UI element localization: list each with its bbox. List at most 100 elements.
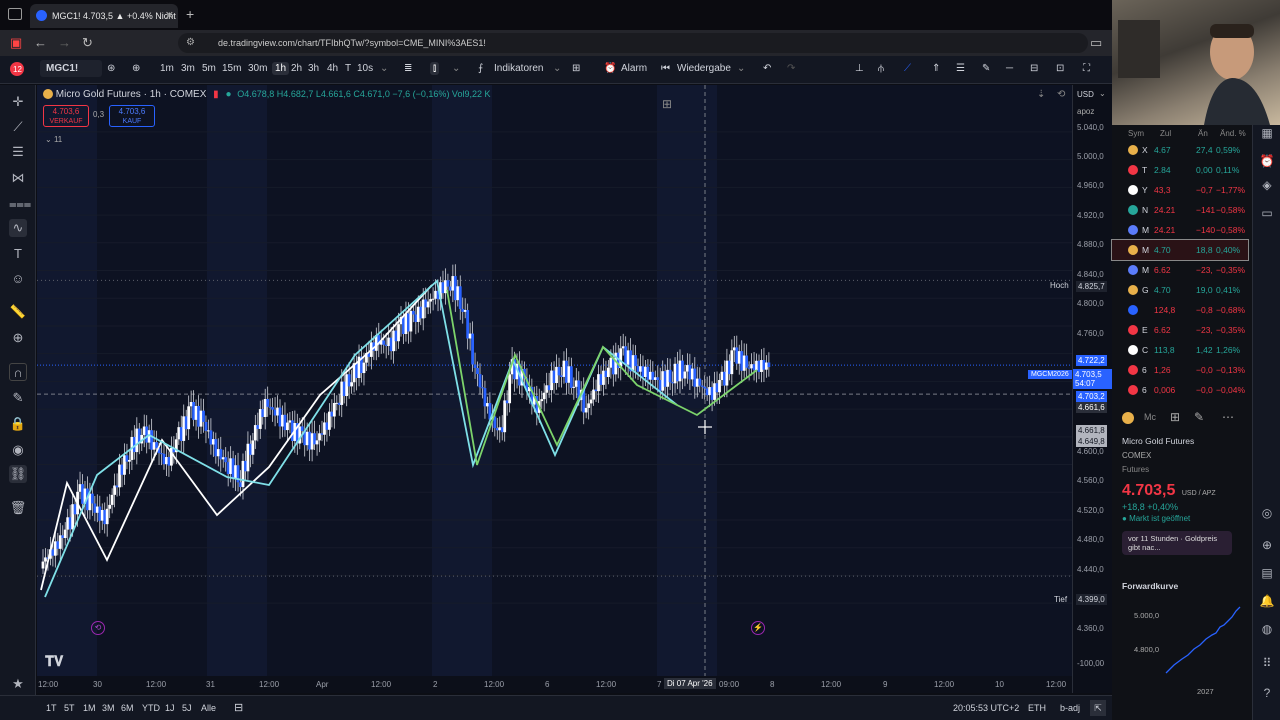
interval-4h[interactable]: 4h xyxy=(327,63,338,74)
range-1t[interactable]: 1T xyxy=(46,703,57,713)
reset-chart-icon[interactable]: ⟲ xyxy=(1057,89,1065,100)
help-icon[interactable]: ? xyxy=(1259,685,1275,701)
layout-grid-icon[interactable]: ⊞ xyxy=(1170,410,1180,424)
currency-dropdown-icon[interactable]: ⌄ xyxy=(1099,89,1106,98)
interval-2h[interactable]: 2h xyxy=(291,63,302,74)
chart-type-dropdown-icon[interactable]: ⌄ xyxy=(452,63,460,74)
forward-icon[interactable]: → xyxy=(58,35,71,50)
watchlist-row[interactable]: N 24.21 −141 −0,58% xyxy=(1112,200,1248,220)
text-tool-icon[interactable]: T xyxy=(9,245,27,263)
lock-icon[interactable]: 🔒 xyxy=(9,415,27,433)
clock-label[interactable]: 20:05:53 UTC+2 xyxy=(953,703,1019,713)
indicator-toggle[interactable]: ⌄ 11 xyxy=(45,135,62,144)
range-all[interactable]: Alle xyxy=(201,703,216,713)
ruler-icon[interactable]: 📏 xyxy=(9,303,27,321)
candles-style-icon[interactable]: ⫾ xyxy=(430,62,440,75)
horizontal-lines-icon[interactable]: ☰ xyxy=(9,143,27,161)
emoji-icon[interactable]: ☺ xyxy=(9,270,27,288)
pitchfork-icon[interactable]: ⫛ xyxy=(878,63,884,74)
trendline-icon[interactable]: ⟋ xyxy=(9,118,27,136)
redo-icon[interactable]: ↷ xyxy=(787,63,795,74)
interval-dropdown-icon[interactable]: ⌄ xyxy=(380,63,388,74)
compare-symbol-icon[interactable]: ⊕ xyxy=(132,63,140,74)
bar-style-icon[interactable]: ≣ xyxy=(404,63,412,74)
menu-lines-icon[interactable]: ☰ xyxy=(956,63,965,74)
lock-drawings-icon[interactable]: ✎ xyxy=(9,389,27,407)
lightning-marker-icon[interactable]: ⚡ xyxy=(751,621,765,635)
session-toggle[interactable]: ETH xyxy=(1028,703,1046,713)
streams-icon[interactable]: ◍ xyxy=(1259,621,1275,637)
close-tab-icon[interactable]: ✕ xyxy=(165,4,174,28)
more-options-icon[interactable]: ⋯ xyxy=(1222,410,1234,424)
pattern-tool-icon[interactable]: ⋈ xyxy=(9,169,27,187)
tradingview-logo-icon[interactable]: 𝐓𝐕 xyxy=(45,653,63,670)
tab-menu-icon[interactable] xyxy=(8,8,22,20)
watchlist-row[interactable]: M 6.62 −23, −0,35% xyxy=(1112,260,1248,280)
notifications-icon[interactable]: 🔔 xyxy=(1259,593,1275,609)
url-field[interactable]: ⚙ de.tradingview.com/chart/TFIbhQTw/?sym… xyxy=(178,33,1088,53)
site-info-icon[interactable]: ⚙ xyxy=(186,33,195,53)
template-icon[interactable]: ⊡ xyxy=(1056,63,1064,74)
star-icon[interactable]: ★ xyxy=(9,675,27,693)
chart-title[interactable]: Micro Gold Futures · 1h · COMEX xyxy=(56,89,207,100)
fib-lines-icon[interactable]: ⩶ xyxy=(9,195,31,213)
session-label[interactable]: apoz xyxy=(1077,107,1094,116)
fullscreen-icon[interactable]: ⛶ xyxy=(1083,63,1090,74)
watchlist-icon[interactable]: ▦ xyxy=(1259,125,1275,141)
watchlist-row[interactable]: Y 43,3 −0,7 −1,77% xyxy=(1112,180,1248,200)
replay-dropdown-icon[interactable]: ⌄ xyxy=(737,63,745,74)
calendar-icon[interactable]: ▤ xyxy=(1259,565,1275,581)
chart-area[interactable]: Micro Gold Futures · 1h · COMEX ▮ ● O4.6… xyxy=(37,85,1072,693)
edit-note-icon[interactable]: ✎ xyxy=(1194,410,1204,424)
price-chart[interactable] xyxy=(37,85,1072,676)
interval-1m[interactable]: 1m xyxy=(160,63,174,74)
watchlist-row[interactable]: G 4.70 19,0 0,41% xyxy=(1112,280,1248,300)
flag-icon[interactable]: ▮ xyxy=(213,89,219,100)
event-marker-icon[interactable]: ⟲ xyxy=(91,621,105,635)
target-icon[interactable]: ◎ xyxy=(1259,505,1275,521)
fib-tool-icon[interactable]: ⊥ xyxy=(855,63,864,74)
interval-5m[interactable]: 5m xyxy=(202,63,216,74)
details-name[interactable]: Micro Gold Futures xyxy=(1122,436,1250,446)
trend-tool-icon[interactable]: ⟋ xyxy=(904,63,911,74)
watch-header-sym[interactable]: Sym xyxy=(1128,128,1144,140)
range-ytd[interactable]: YTD xyxy=(142,703,160,713)
trash-icon[interactable]: 🗑 xyxy=(9,499,27,517)
browser-window-icon[interactable]: ▭ xyxy=(1090,35,1102,51)
zoom-icon[interactable]: ⊕ xyxy=(9,329,27,347)
alerts-icon[interactable]: ⏰ xyxy=(1259,153,1275,169)
data-window-icon[interactable]: ◈ xyxy=(1259,177,1275,193)
line-tool-icon[interactable]: ─ xyxy=(1006,63,1013,74)
new-tab-icon[interactable]: + xyxy=(186,6,194,22)
crosshair-icon[interactable]: ✛ xyxy=(9,93,27,111)
interval-3h[interactable]: 3h xyxy=(308,63,319,74)
replay-icon[interactable]: ⏮ xyxy=(661,63,670,74)
goto-date-icon[interactable]: ⊟ xyxy=(234,701,243,714)
watch-symbol-icon[interactable]: ⊛ xyxy=(107,63,115,74)
watchlist-row[interactable]: C 113,8 1,42 1,26% xyxy=(1112,340,1248,360)
symbol-search-button[interactable]: MGC1! xyxy=(40,60,102,77)
ideas-icon[interactable]: ⊕ xyxy=(1259,537,1275,553)
scroll-down-icon[interactable]: ⇣ xyxy=(1037,89,1045,100)
indicators-button[interactable]: Indikatoren xyxy=(494,63,543,74)
indicators-dropdown-icon[interactable]: ⌄ xyxy=(553,63,561,74)
interval-15m[interactable]: 15m xyxy=(222,63,241,74)
forward-curve-chart[interactable]: 5.000,0 4.800,0 2027 xyxy=(1122,597,1250,696)
news-card[interactable]: vor 11 Stunden · Goldpreis gibt nac... xyxy=(1122,531,1232,555)
scale-settings-icon[interactable]: ⇱ xyxy=(1090,700,1106,716)
brush-tool-icon[interactable]: ∿ xyxy=(9,219,27,237)
browser-tab[interactable]: MGC1! 4.703,5 ▲ +0.4% Nicht ... ✕ xyxy=(30,4,178,28)
chat-icon[interactable]: ▭ xyxy=(1259,205,1275,221)
sell-button[interactable]: 4.703,6 VERKAUF xyxy=(43,105,89,127)
watch-header-last[interactable]: Zul xyxy=(1160,128,1171,140)
alarm-icon[interactable]: ⏰ xyxy=(604,63,616,74)
more-apps-icon[interactable]: ⠿ xyxy=(1259,655,1275,671)
range-1m[interactable]: 1M xyxy=(83,703,96,713)
time-axis[interactable]: 12:00 30 12:00 31 12:00 Apr 12:00 2 12:0… xyxy=(37,676,1072,693)
user-avatar-icon[interactable]: 12 xyxy=(8,61,26,80)
indicators-icon[interactable]: ⨍ xyxy=(478,63,483,74)
undo-icon[interactable]: ↶ xyxy=(763,63,771,74)
brush-icon[interactable]: ✎ xyxy=(982,63,990,74)
currency-label[interactable]: USD xyxy=(1077,90,1094,99)
browser-menu-icon[interactable]: ▣ xyxy=(10,35,22,51)
